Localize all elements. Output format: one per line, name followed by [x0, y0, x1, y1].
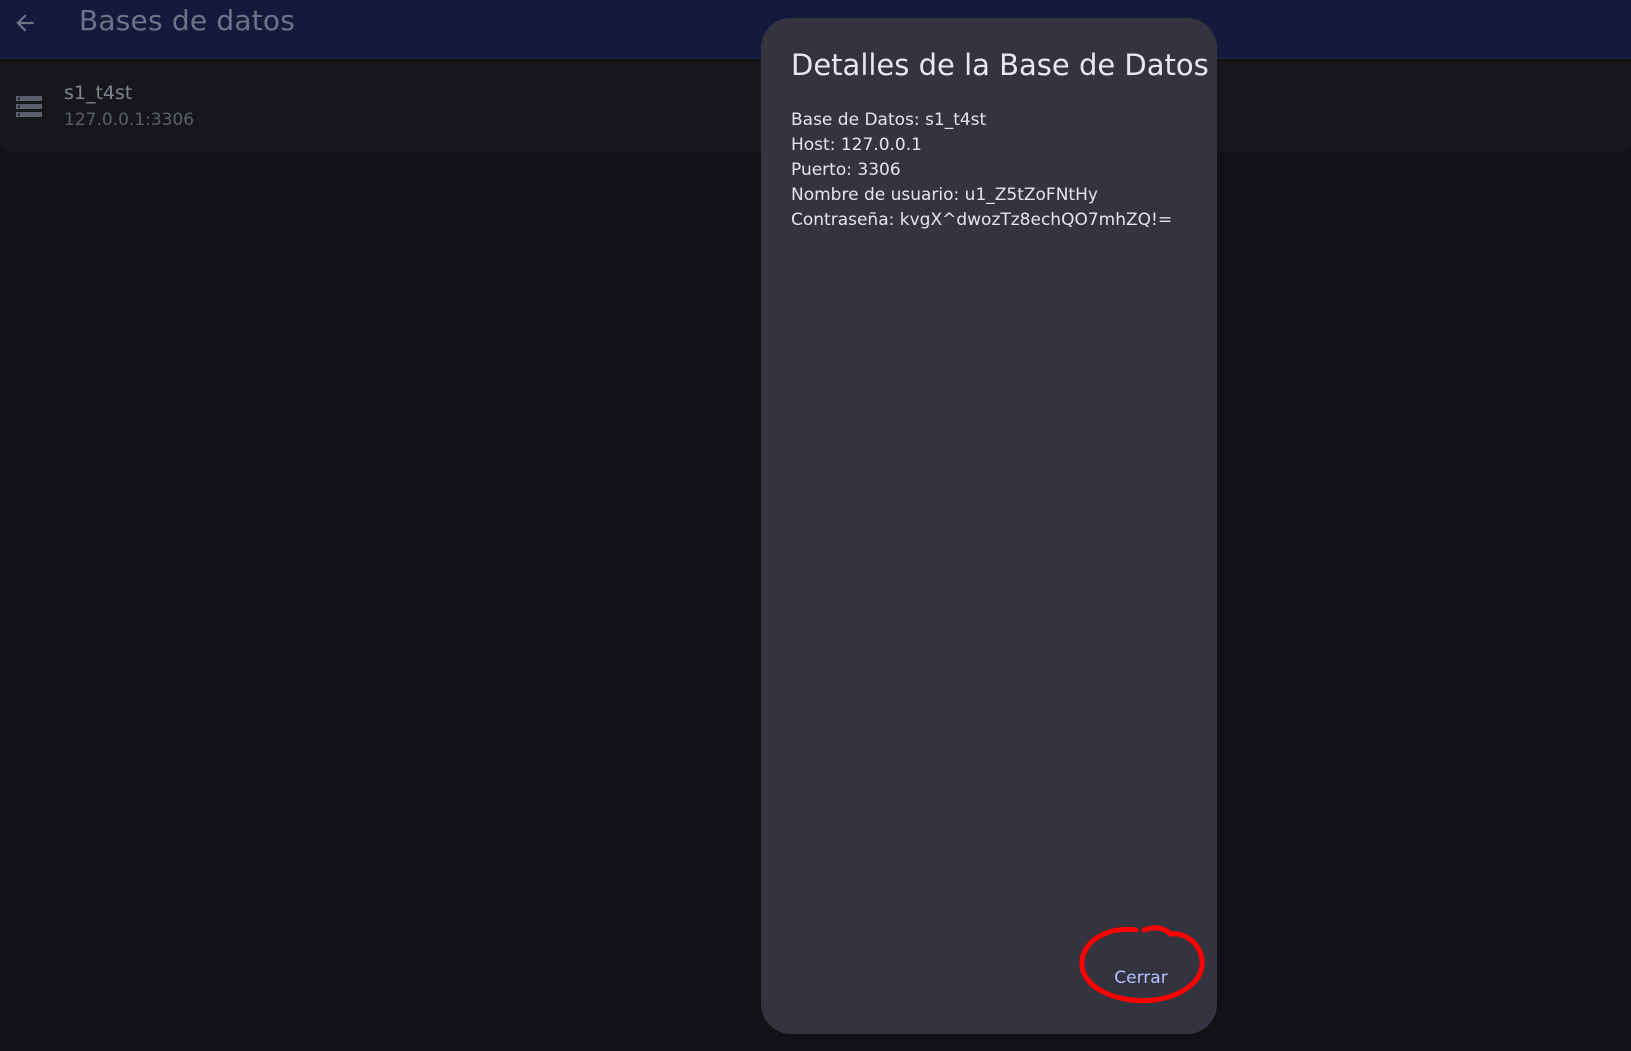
detail-port: Puerto: 3306 — [791, 160, 901, 180]
database-address: 127.0.0.1:3306 — [64, 110, 195, 130]
back-button[interactable] — [8, 6, 42, 40]
detail-password: Contraseña: kvgX^dwozTz8echQO7mhZQ!= — [791, 210, 1173, 230]
database-list-icon — [16, 96, 42, 117]
page-title: Bases de datos — [79, 4, 295, 37]
detail-username: Nombre de usuario: u1_Z5tZoFNtHy — [791, 185, 1098, 205]
detail-host: Host: 127.0.0.1 — [791, 135, 922, 155]
details-dialog: Detalles de la Base de Datos Base de Dat… — [761, 18, 1217, 1034]
close-button[interactable]: Cerrar — [1101, 960, 1181, 996]
app-root: Bases de datos s1_t4st 127.0.0.1:3306 De… — [0, 0, 1631, 1051]
detail-database: Base de Datos: s1_t4st — [791, 110, 987, 130]
dialog-title: Detalles de la Base de Datos — [791, 48, 1209, 82]
dialog-body: Base de Datos: s1_t4st Host: 127.0.0.1 P… — [791, 108, 1172, 233]
database-name: s1_t4st — [64, 82, 133, 104]
arrow-left-icon — [16, 14, 34, 32]
